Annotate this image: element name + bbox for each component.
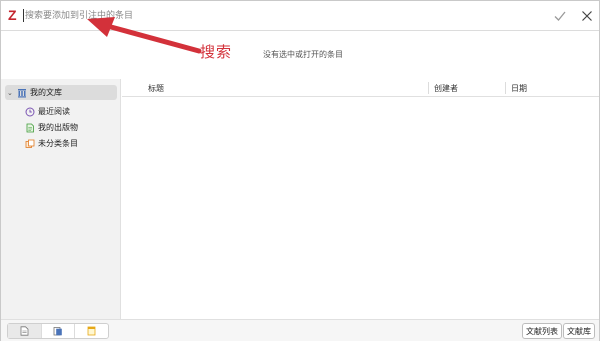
tree-item-unfiled[interactable]: 未分类条目: [23, 136, 118, 151]
items-table: 标题 创建者 日期: [122, 79, 599, 319]
chevron-down-icon[interactable]: ⌄: [7, 89, 15, 97]
clock-icon: [25, 107, 35, 117]
library-button[interactable]: 文献库: [563, 323, 595, 339]
list-mode-icon: [20, 326, 29, 336]
zotero-logo: Z: [8, 7, 17, 23]
reader-mode-icon: [53, 327, 62, 336]
empty-selection-message: 没有选中或打开的条目: [263, 50, 343, 59]
tree-item-my-library[interactable]: ⌄ 我的文库: [5, 85, 117, 100]
bottom-toolbar: 文献列表 文献库: [1, 319, 599, 341]
column-divider[interactable]: [505, 82, 506, 94]
column-creator[interactable]: 创建者: [434, 83, 458, 94]
document-icon: [25, 123, 35, 133]
view-mode-group: [7, 323, 109, 339]
annotation-label: 搜索: [200, 43, 233, 61]
column-date[interactable]: 日期: [511, 83, 527, 94]
unfiled-icon: [25, 139, 35, 149]
close-icon: [582, 11, 592, 21]
close-button[interactable]: [578, 7, 596, 25]
collection-tree: ⌄ 我的文库 最近阅读 我的出版物 未分类条目: [1, 79, 121, 319]
tree-item-my-publications[interactable]: 我的出版物: [23, 120, 118, 135]
insert-citation-window: Z 搜索 没有选中或打开的条目 ⌄: [0, 0, 600, 341]
tree-item-recent[interactable]: 最近阅读: [23, 104, 118, 119]
tree-item-label: 未分类条目: [38, 139, 78, 148]
search-input[interactable]: [23, 7, 543, 25]
checkmark-icon: [554, 11, 566, 21]
tree-item-label: 最近阅读: [38, 107, 70, 116]
column-title[interactable]: 标题: [148, 83, 164, 94]
tree-item-label: 我的出版物: [38, 123, 78, 132]
search-bar: Z: [1, 1, 599, 31]
bibliography-button[interactable]: 文献列表: [522, 323, 562, 339]
table-header: 标题 创建者 日期: [122, 79, 599, 97]
notes-mode-button[interactable]: [75, 324, 108, 338]
library-icon: [17, 88, 27, 98]
reader-mode-button[interactable]: [42, 324, 76, 338]
accept-button[interactable]: [551, 7, 569, 25]
list-mode-button[interactable]: [8, 324, 42, 338]
notes-mode-icon: [87, 326, 96, 336]
text-caret: [23, 9, 24, 22]
tree-item-label: 我的文库: [30, 88, 62, 97]
column-divider[interactable]: [428, 82, 429, 94]
